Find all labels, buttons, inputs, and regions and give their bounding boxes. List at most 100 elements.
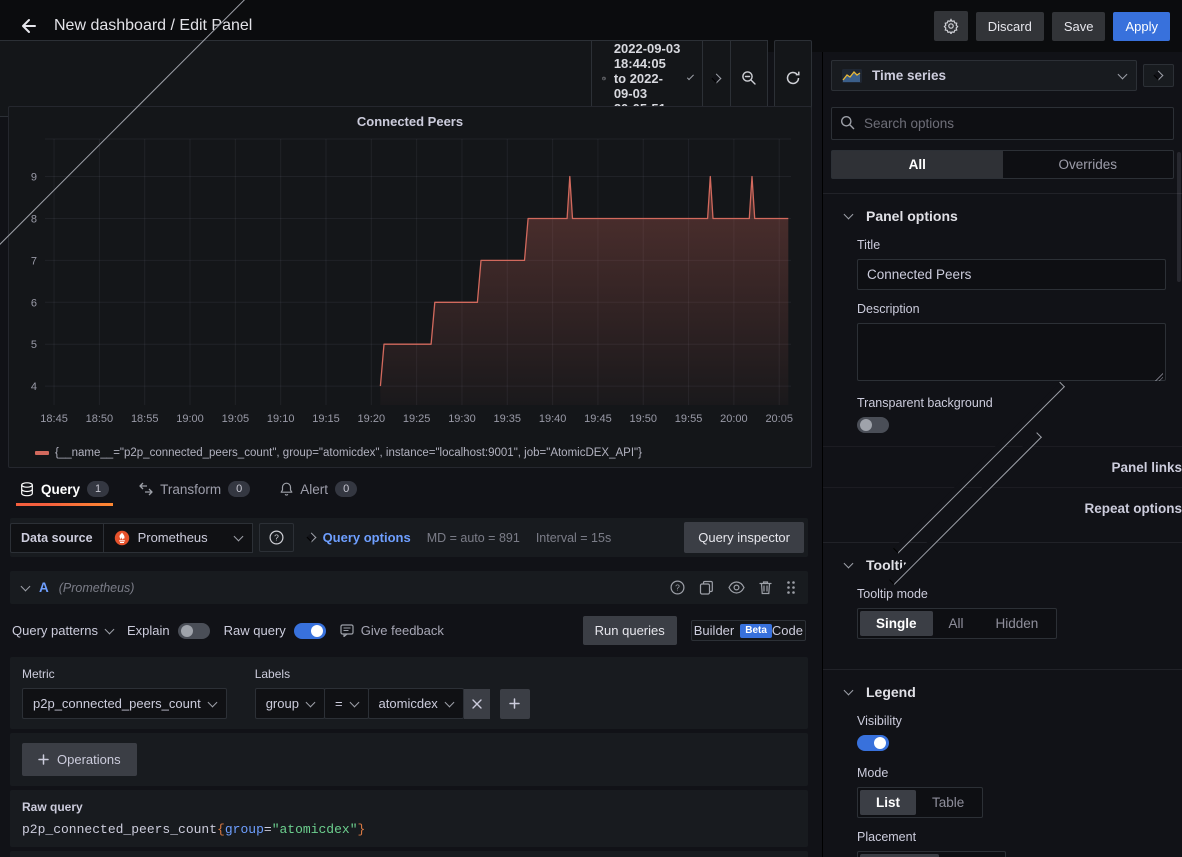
back-button[interactable] bbox=[12, 10, 44, 42]
add-label-button[interactable] bbox=[500, 689, 530, 719]
raw-query-toggle[interactable] bbox=[294, 623, 326, 639]
legend-mode-list[interactable]: List bbox=[860, 790, 916, 815]
toggle-viz-suggestions-button[interactable] bbox=[1143, 64, 1174, 87]
collapse-query-icon[interactable] bbox=[21, 581, 31, 591]
chart-area[interactable]: 45678918:4518:5018:5519:0019:0519:1019:1… bbox=[9, 131, 811, 447]
svg-text:9: 9 bbox=[31, 172, 37, 184]
alert-count-badge: 0 bbox=[335, 481, 357, 497]
apply-button[interactable]: Apply bbox=[1113, 12, 1170, 41]
panel-description-input[interactable] bbox=[857, 323, 1166, 381]
legend-header[interactable]: Legend bbox=[823, 670, 1182, 706]
chart-legend[interactable]: {__name__="p2p_connected_peers_count", g… bbox=[9, 447, 811, 467]
transparent-background-toggle[interactable] bbox=[857, 417, 889, 433]
legend-visibility-toggle[interactable] bbox=[857, 735, 889, 751]
datasource-picker[interactable]: Prometheus bbox=[103, 523, 253, 553]
raw-label-name: group bbox=[225, 822, 264, 837]
tab-query[interactable]: Query 1 bbox=[16, 481, 113, 506]
transform-icon bbox=[139, 482, 153, 496]
give-feedback-link[interactable]: Give feedback bbox=[340, 623, 444, 638]
search-icon bbox=[840, 115, 855, 130]
panel-options-header[interactable]: Panel options bbox=[823, 194, 1182, 230]
chevron-down-icon bbox=[349, 697, 359, 707]
transform-count-badge: 0 bbox=[228, 481, 250, 497]
panel-links-title: Panel links bbox=[1111, 460, 1182, 475]
panel-settings-button[interactable] bbox=[934, 11, 968, 41]
editor-mode-builder[interactable]: Builder Beta bbox=[694, 623, 772, 638]
hide-response-eye-icon[interactable] bbox=[728, 581, 745, 594]
help-icon[interactable]: ? bbox=[670, 580, 685, 595]
svg-text:19:30: 19:30 bbox=[448, 413, 476, 425]
add-operations-button[interactable]: Operations bbox=[22, 743, 137, 776]
query-inspector-button[interactable]: Query inspector bbox=[684, 522, 804, 553]
explain-toggle[interactable] bbox=[178, 623, 210, 639]
time-shift-forward-button[interactable] bbox=[702, 40, 731, 117]
svg-text:19:15: 19:15 bbox=[312, 413, 340, 425]
tooltip-mode-single[interactable]: Single bbox=[860, 611, 933, 636]
label-operator-select[interactable]: = bbox=[324, 688, 369, 719]
label-name-select[interactable]: group bbox=[255, 688, 325, 719]
query-patterns-label: Query patterns bbox=[12, 623, 98, 638]
drag-handle-icon[interactable] bbox=[786, 580, 796, 595]
legend-mode-label: Mode bbox=[857, 766, 1166, 780]
visualization-picker[interactable]: Time series bbox=[831, 60, 1137, 91]
tooltip-header[interactable]: Tooltip bbox=[823, 543, 1182, 579]
tab-all[interactable]: All bbox=[832, 151, 1003, 178]
tab-transform[interactable]: Transform 0 bbox=[135, 481, 254, 506]
editor-mode-code[interactable]: Code bbox=[772, 623, 803, 638]
label-name-value: group bbox=[266, 696, 299, 711]
chevron-down-icon bbox=[233, 531, 243, 541]
duplicate-icon[interactable] bbox=[699, 580, 714, 595]
transparent-background-label: Transparent background bbox=[857, 396, 1166, 410]
save-button[interactable]: Save bbox=[1052, 12, 1106, 41]
title-label: Title bbox=[857, 238, 1166, 252]
metric-select[interactable]: p2p_connected_peers_count bbox=[22, 688, 227, 719]
trash-icon[interactable] bbox=[759, 580, 772, 595]
raw-brace-open: { bbox=[217, 822, 225, 837]
timeseries-viz-icon bbox=[842, 69, 862, 83]
tooltip-mode-all[interactable]: All bbox=[933, 611, 980, 636]
panel-options-section: Panel options Title Description Transpar… bbox=[823, 193, 1182, 528]
gear-icon bbox=[943, 18, 959, 34]
time-range-picker[interactable]: 2022-09-03 18:44:05 to 2022-09-03 20:05:… bbox=[591, 40, 703, 117]
svg-text:18:55: 18:55 bbox=[131, 413, 159, 425]
operations-card: Operations bbox=[10, 733, 808, 786]
legend-title: Legend bbox=[866, 684, 916, 700]
chevron-down-icon bbox=[105, 624, 115, 634]
discard-button[interactable]: Discard bbox=[976, 12, 1044, 41]
refresh-button[interactable] bbox=[774, 40, 812, 117]
legend-section: Legend Visibility Mode List Table Placem… bbox=[823, 669, 1182, 857]
tab-overrides[interactable]: Overrides bbox=[1003, 151, 1174, 178]
label-value-select[interactable]: atomicdex bbox=[368, 688, 464, 719]
zoom-out-time-button[interactable] bbox=[730, 40, 768, 117]
svg-text:19:25: 19:25 bbox=[403, 413, 431, 425]
svg-text:19:40: 19:40 bbox=[539, 413, 567, 425]
labels-field: Labels group = bbox=[255, 667, 530, 719]
time-shift-back-button[interactable] bbox=[0, 40, 592, 117]
main-split: Table view Fill Actual 2022-09-03 18:44:… bbox=[0, 52, 1182, 857]
options-scrollbar[interactable] bbox=[1177, 152, 1181, 282]
repeat-options-header[interactable]: Repeat options bbox=[823, 487, 1182, 528]
editor-mode-segment: Builder Beta Code bbox=[691, 620, 806, 641]
datasource-label: Data source bbox=[10, 523, 104, 553]
beta-badge: Beta bbox=[740, 624, 772, 638]
chevron-right-icon bbox=[306, 533, 316, 543]
query-row-header[interactable]: A (Prometheus) ? bbox=[10, 571, 808, 604]
query-options-row[interactable]: Options Legend: Auto Format: Time series… bbox=[10, 851, 808, 857]
panel-options-title: Panel options bbox=[866, 208, 958, 224]
chevron-down-icon bbox=[844, 559, 854, 569]
query-options-toggle[interactable]: Query options MD = auto = 891 Interval =… bbox=[294, 530, 681, 545]
remove-label-button[interactable] bbox=[464, 689, 490, 719]
tab-alert[interactable]: Alert 0 bbox=[276, 481, 361, 506]
query-editor: A (Prometheus) ? Query patterns bbox=[10, 571, 808, 857]
tooltip-mode-hidden[interactable]: Hidden bbox=[980, 611, 1055, 636]
datasource-help-button[interactable]: ? bbox=[259, 523, 294, 552]
legend-mode-table[interactable]: Table bbox=[916, 790, 980, 815]
tab-query-label: Query bbox=[41, 482, 80, 497]
search-options-input[interactable] bbox=[831, 107, 1174, 140]
panel-title-input[interactable] bbox=[857, 259, 1166, 290]
query-patterns-dropdown[interactable]: Query patterns bbox=[12, 623, 113, 638]
chevron-down-icon bbox=[687, 73, 694, 80]
query-ref-id: A bbox=[39, 580, 49, 595]
run-queries-button[interactable]: Run queries bbox=[583, 616, 677, 645]
tooltip-section: Tooltip Tooltip mode Single All Hidden bbox=[823, 542, 1182, 655]
